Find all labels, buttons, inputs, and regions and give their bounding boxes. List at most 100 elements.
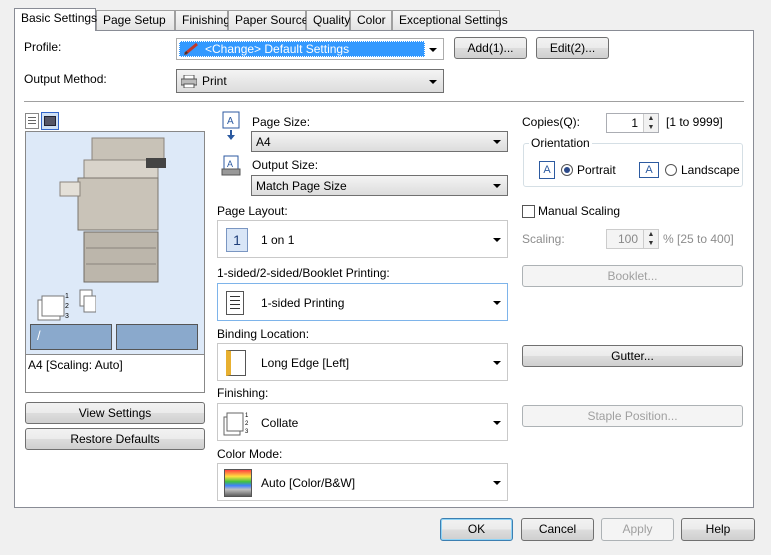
landscape-icon: A <box>639 162 659 178</box>
output-method-label: Output Method: <box>24 72 107 86</box>
sided-printing-label: 1-sided/2-sided/Booklet Printing: <box>217 266 390 280</box>
profile-edit-button[interactable]: Edit(2)... <box>536 37 609 59</box>
color-mode-value: Auto [Color/B&W] <box>261 476 356 490</box>
scaling-value: 100 <box>617 232 638 246</box>
output-size-icon: A <box>221 155 241 176</box>
page-layout-label: Page Layout: <box>217 204 288 218</box>
color-options-icon <box>116 324 198 350</box>
color-mode-icon <box>224 469 252 497</box>
svg-text:A: A <box>227 159 233 169</box>
spin-arrows-icon[interactable]: ▲ ▼ <box>643 114 658 132</box>
finishing-value: Collate <box>261 416 299 430</box>
collate-pages-icon: 1 2 3 <box>37 289 96 321</box>
chevron-down-icon <box>429 48 437 52</box>
chevron-down-icon <box>493 361 501 365</box>
copies-label: Copies(Q): <box>522 115 581 129</box>
preview-status: A4 [Scaling: Auto] <box>28 358 123 372</box>
page-size-value: A4 <box>256 135 271 149</box>
page-size-label: Page Size: <box>252 115 311 129</box>
copies-range: [1 to 9999] <box>666 115 723 129</box>
portrait-radio[interactable] <box>561 164 573 176</box>
output-size-label: Output Size: <box>252 158 319 172</box>
chevron-down-icon <box>493 421 501 425</box>
svg-text:A: A <box>227 116 234 127</box>
portrait-icon: A <box>539 161 555 179</box>
color-mode-combo[interactable]: Auto [Color/B&W] <box>217 463 508 501</box>
single-page-icon <box>226 291 244 315</box>
staple-position-button[interactable]: Staple Position... <box>522 405 743 427</box>
tab-paper-source[interactable]: Paper Source <box>228 10 308 30</box>
view-settings-button[interactable]: View Settings <box>25 402 205 424</box>
tab-basic-settings[interactable]: Basic Settings <box>14 8 97 31</box>
scaling-spinner[interactable]: 100 ▲ ▼ <box>606 229 659 249</box>
basic-settings-panel: Profile: <Change> Default Settings Add(1… <box>14 30 754 508</box>
chevron-down-icon <box>429 80 437 84</box>
color-mode-label: Color Mode: <box>217 447 283 461</box>
portrait-label[interactable]: Portrait <box>577 163 616 177</box>
page-size-icon: A <box>222 111 240 140</box>
tab-exceptional-settings[interactable]: Exceptional Settings <box>392 10 508 30</box>
separator <box>24 101 744 102</box>
copies-spinner[interactable]: 1 ▲ ▼ <box>606 113 659 133</box>
page-layout-combo[interactable]: 1 1 on 1 <box>217 220 508 258</box>
svg-text:3: 3 <box>65 313 69 320</box>
tab-page-setup[interactable]: Page Setup <box>96 10 175 30</box>
svg-text:1: 1 <box>245 413 249 419</box>
page-layout-icon: 1 <box>226 228 248 252</box>
restore-defaults-button[interactable]: Restore Defaults <box>25 428 205 450</box>
help-button[interactable]: Help <box>681 518 755 541</box>
svg-text:2: 2 <box>245 421 249 427</box>
chevron-down-icon <box>493 238 501 242</box>
binding-location-label: Binding Location: <box>217 327 310 341</box>
output-size-value: Match Page Size <box>256 179 347 193</box>
svg-text:1: 1 <box>65 293 69 300</box>
scaling-range: % [25 to 400] <box>663 232 734 246</box>
svg-text:2: 2 <box>65 303 69 310</box>
printer-icon <box>181 75 197 88</box>
chevron-down-icon <box>493 184 501 188</box>
profile-add-button[interactable]: Add(1)... <box>454 37 527 59</box>
booklet-button[interactable]: Booklet... <box>522 265 743 287</box>
cancel-button[interactable]: Cancel <box>521 518 594 541</box>
output-size-combo[interactable]: Match Page Size <box>251 175 508 196</box>
printer-preview: 1 2 3 / A4 [Scaling: Auto] <box>25 131 205 393</box>
landscape-radio[interactable] <box>665 164 677 176</box>
spin-arrows-icon[interactable]: ▲ ▼ <box>643 230 658 248</box>
landscape-label[interactable]: Landscape <box>681 163 740 177</box>
manual-scaling-label[interactable]: Manual Scaling <box>538 204 620 218</box>
manual-scaling-checkbox[interactable] <box>522 205 535 218</box>
binding-location-combo[interactable]: Long Edge [Left] <box>217 343 508 381</box>
chevron-down-icon <box>493 140 501 144</box>
profile-value: <Change> Default Settings <box>205 42 350 56</box>
tab-finishing[interactable]: Finishing <box>175 10 230 30</box>
printer-device-image <box>59 137 166 283</box>
copies-value: 1 <box>631 116 638 130</box>
page-layout-value: 1 on 1 <box>261 233 295 247</box>
orientation-label: Orientation <box>529 136 592 150</box>
ok-button[interactable]: OK <box>440 518 513 541</box>
apply-button[interactable]: Apply <box>601 518 674 541</box>
chevron-down-icon <box>493 301 501 305</box>
page-size-combo[interactable]: A4 <box>251 131 508 152</box>
printer-view-icon[interactable] <box>41 112 59 130</box>
gutter-button[interactable]: Gutter... <box>522 345 743 367</box>
binding-left-icon <box>226 350 246 376</box>
sided-printing-value: 1-sided Printing <box>261 296 345 310</box>
tab-quality[interactable]: Quality <box>306 10 350 30</box>
finishing-options-icon: / <box>30 324 112 350</box>
chevron-down-icon <box>493 481 501 485</box>
collate-icon: 1 2 3 <box>223 412 249 436</box>
output-method-value: Print <box>202 74 227 88</box>
profile-combo[interactable]: <Change> Default Settings <box>176 38 444 60</box>
binding-location-value: Long Edge [Left] <box>261 356 350 370</box>
scaling-label: Scaling: <box>522 232 565 246</box>
profile-label: Profile: <box>24 40 62 54</box>
finishing-label: Finishing: <box>217 386 269 400</box>
finishing-combo[interactable]: 1 2 3 Collate <box>217 403 508 441</box>
output-method-combo[interactable]: Print <box>176 69 444 93</box>
pencil-icon <box>184 42 198 56</box>
paper-view-icon[interactable] <box>25 113 39 129</box>
tab-color[interactable]: Color <box>350 10 392 30</box>
sided-printing-combo[interactable]: 1-sided Printing <box>217 283 508 321</box>
svg-text:3: 3 <box>245 429 249 435</box>
